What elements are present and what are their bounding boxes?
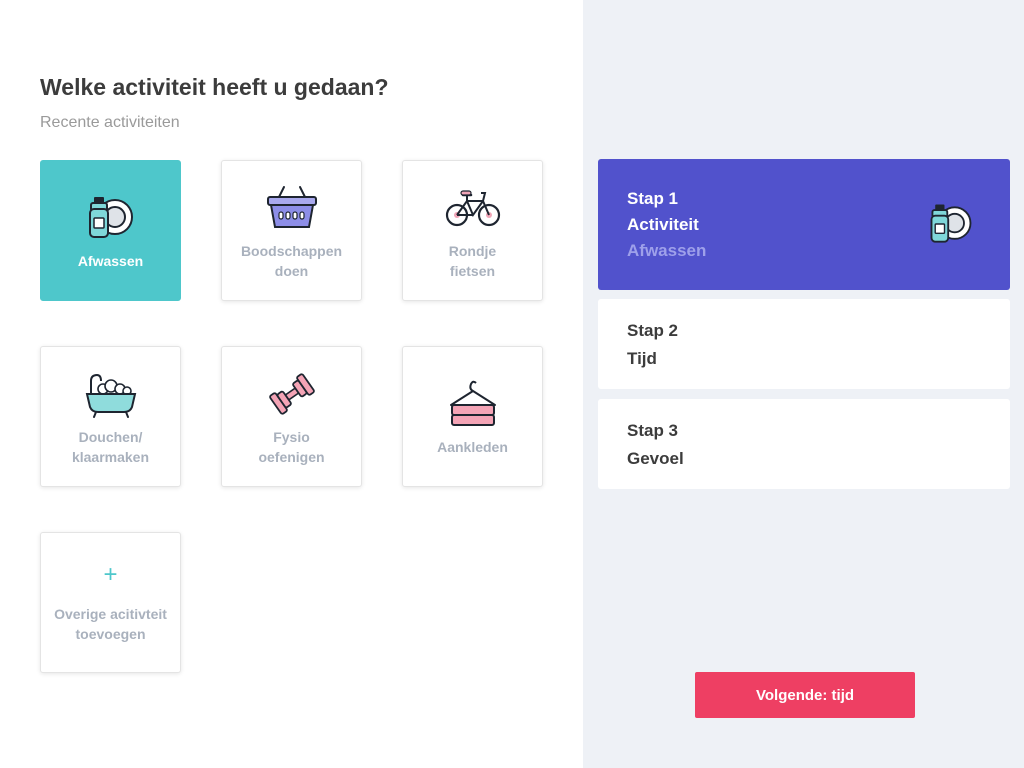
activity-tile-douchen[interactable]: Douchen/ klaarmaken [40, 346, 181, 487]
activity-label: Fysio oefenigen [258, 428, 325, 465]
dish-soap-plate-icon [81, 191, 141, 245]
activity-tile-fietsen[interactable]: Rondje fietsen [402, 160, 543, 301]
next-time-button[interactable]: Volgende: tijd [695, 672, 915, 718]
add-activity-label: Overige acitivteit toevoegen [54, 605, 167, 642]
activity-label: Douchen/ klaarmaken [71, 428, 150, 465]
towel-hanger-icon [443, 377, 503, 431]
activity-tile-boodschappen[interactable]: Boodschappen doen [221, 160, 362, 301]
page-title: Welke activiteit heeft u gedaan? [40, 74, 389, 100]
dumbbell-icon [262, 367, 322, 421]
activity-label: Aankleden [437, 438, 508, 455]
bathtub-icon [81, 367, 141, 421]
step-3-name: Gevoel [627, 449, 684, 468]
bicycle-icon [443, 181, 503, 235]
step-2-name: Tijd [627, 349, 657, 368]
step-2-title: Stap 2 [627, 321, 679, 340]
activity-label: Rondje fietsen [448, 242, 497, 279]
step-2-card[interactable]: Stap 2 Tijd [598, 299, 1010, 389]
step-3-card[interactable]: Stap 3 Gevoel [598, 399, 1010, 489]
activity-label: Boodschappen doen [240, 242, 343, 279]
activity-tile-afwassen[interactable]: Afwassen [40, 160, 181, 301]
dish-soap-plate-icon [930, 204, 972, 243]
recent-activities-heading: Recente activiteiten [40, 114, 180, 131]
step-1-card[interactable]: Stap 1 Activiteit Afwassen [598, 159, 1010, 290]
activity-label: Afwassen [77, 252, 144, 269]
activity-selection-panel: Welke activiteit heeft u gedaan? Recente… [0, 0, 583, 768]
shopping-basket-icon [262, 181, 322, 235]
step-3-title: Stap 3 [627, 421, 679, 440]
activity-tile-fysio[interactable]: Fysio oefenigen [221, 346, 362, 487]
add-activity-tile[interactable]: + Overige acitivteit toevoegen [40, 532, 181, 673]
plus-icon: + [103, 560, 118, 588]
activity-tile-aankleden[interactable]: Aankleden [402, 346, 543, 487]
